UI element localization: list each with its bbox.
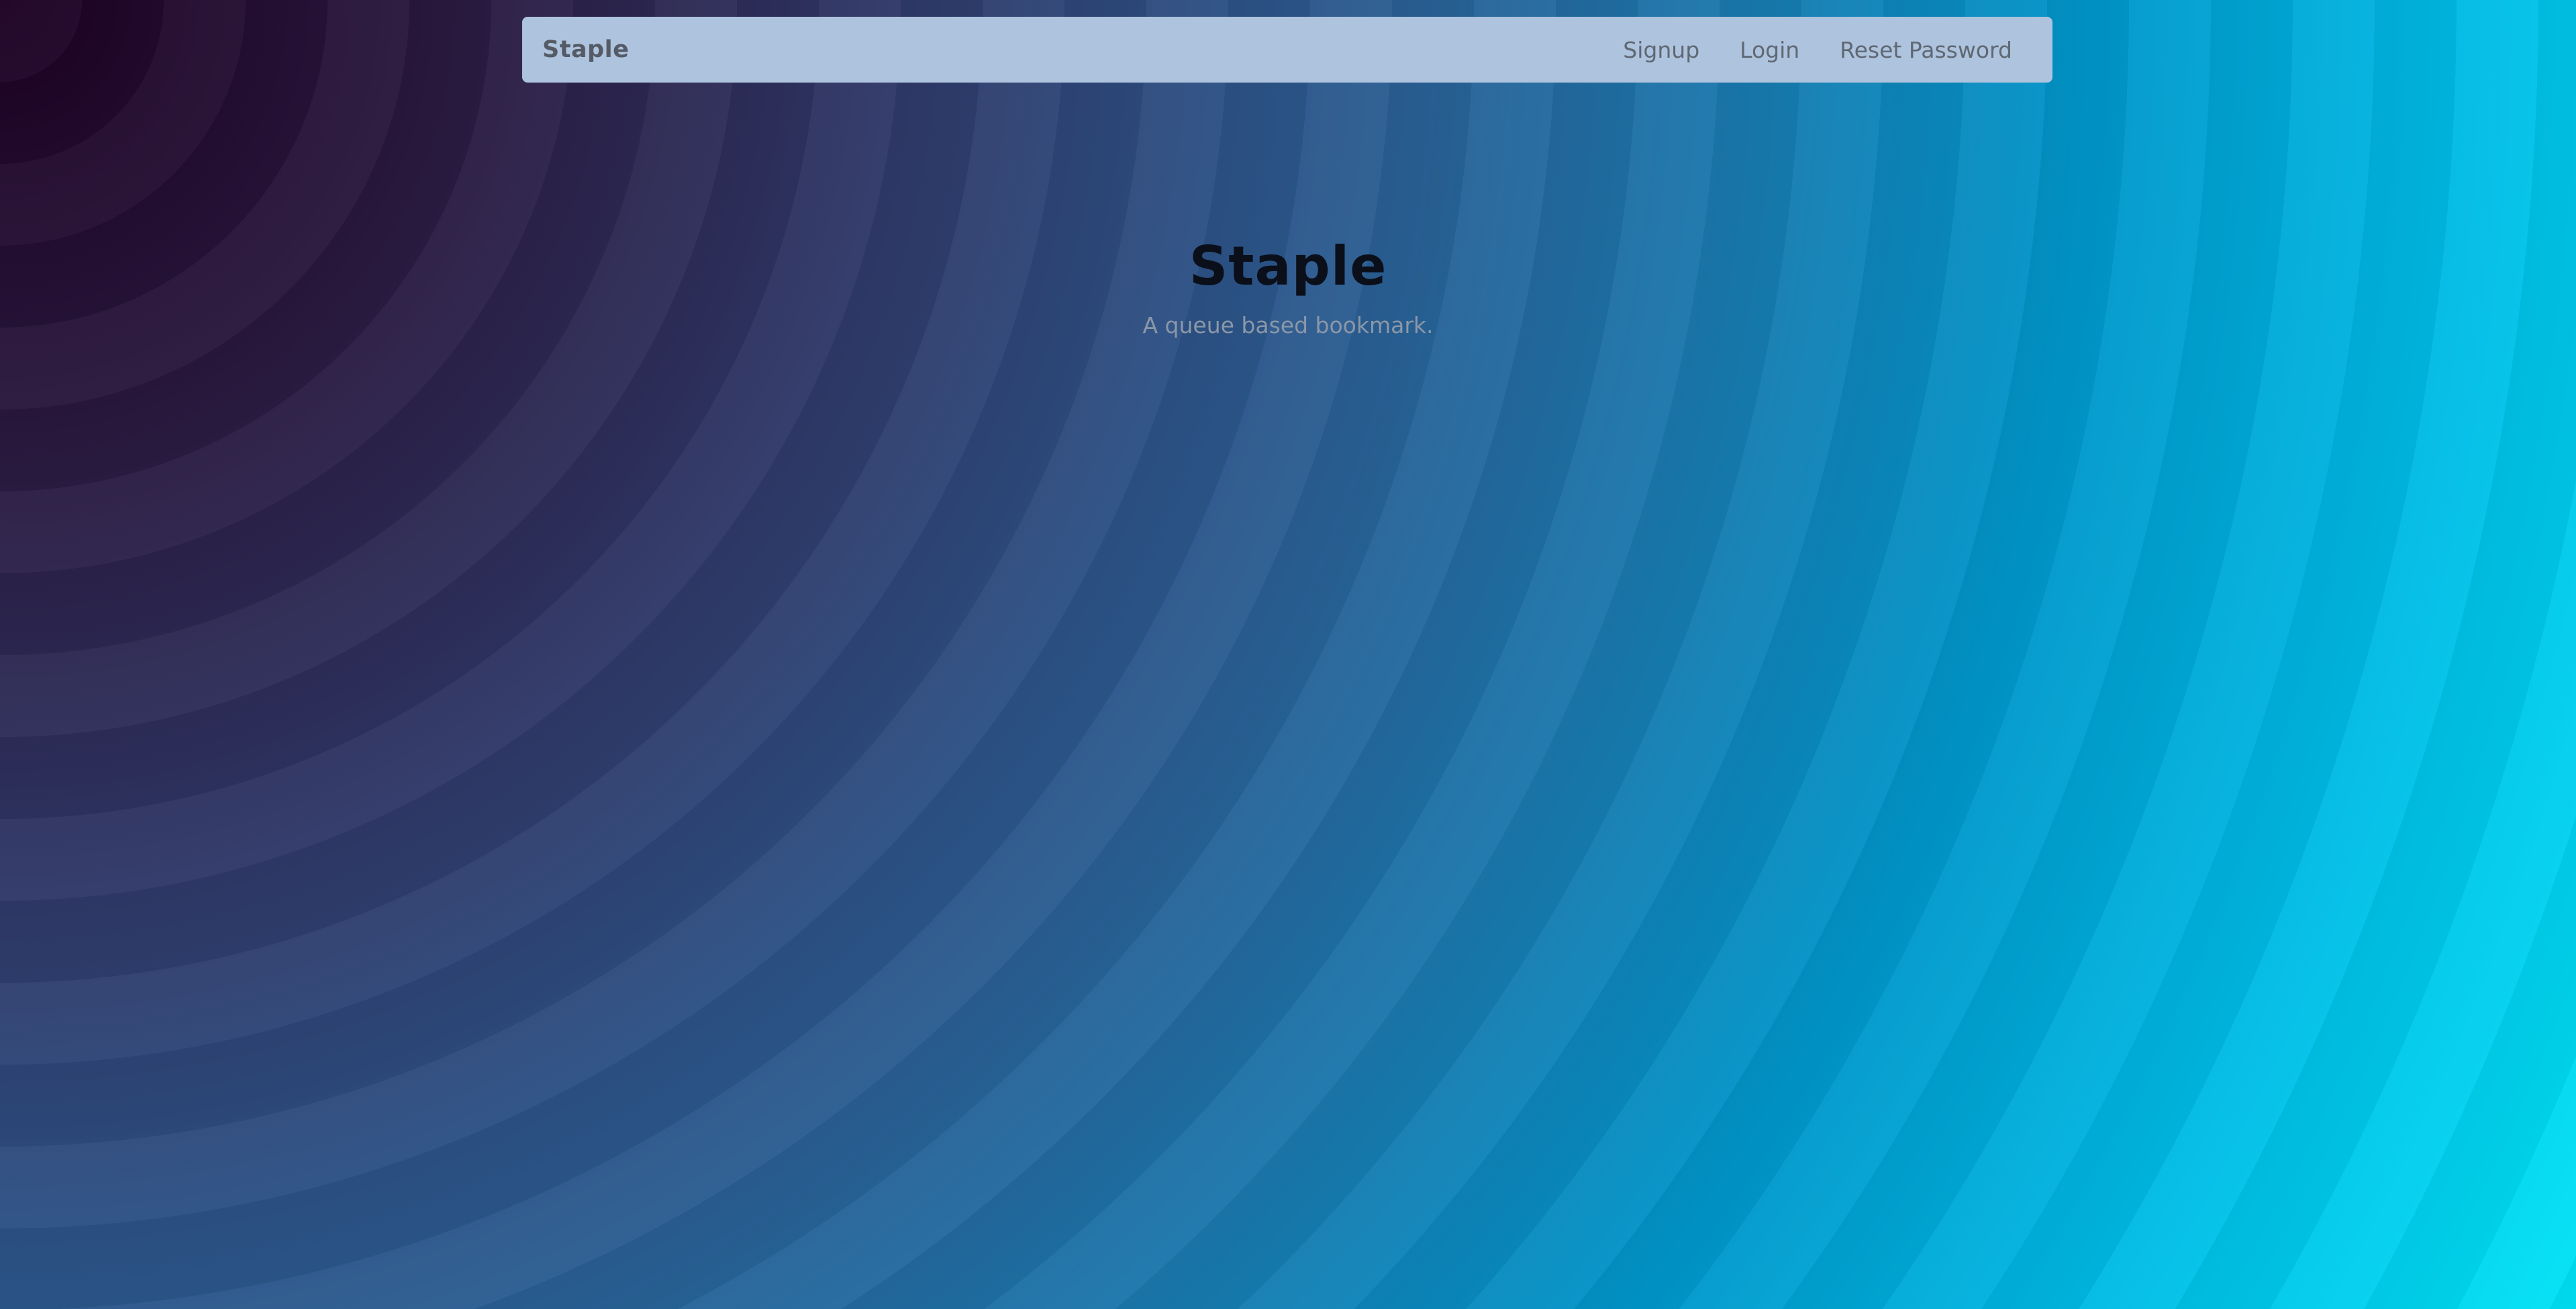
brand-link[interactable]: Staple [542, 36, 629, 63]
reset-password-link[interactable]: Reset Password [1820, 37, 2032, 63]
hero-section: Staple A queue based bookmark. [0, 235, 2576, 338]
nav-links: Signup Login Reset Password [1603, 37, 2032, 63]
page-title: Staple [1189, 235, 1387, 297]
page-root: { "navbar": { "brand": "Staple", "links"… [0, 0, 2576, 1309]
signup-link[interactable]: Signup [1603, 37, 1720, 63]
login-link[interactable]: Login [1720, 37, 1820, 63]
top-navbar: Staple Signup Login Reset Password [522, 17, 2052, 83]
page-subtitle: A queue based bookmark. [1142, 312, 1434, 338]
